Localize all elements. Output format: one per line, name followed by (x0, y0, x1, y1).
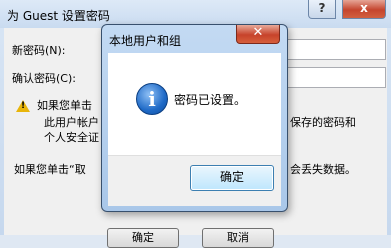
dialog-ok-button[interactable]: 确定 (190, 165, 274, 191)
dialog-title: 本地用户和组 (109, 34, 182, 48)
new-password-label: 新密码(N): (12, 44, 66, 57)
dialog-body: i 密码已设置。 (108, 53, 281, 155)
warning-text-line2: 此用户帐户 (44, 116, 99, 129)
close-button[interactable]: x (342, 0, 386, 19)
new-password-field[interactable] (284, 39, 386, 60)
confirm-password-label: 确认密码(C): (12, 72, 76, 85)
warning-text-line1: 如果您单击 (37, 99, 92, 112)
dialog-close-button[interactable]: ✕ (236, 25, 280, 44)
info-dialog: 本地用户和组 ✕ i 密码已设置。 确定 (101, 24, 288, 212)
bottom-text-tail: 会丢失数据。 (290, 163, 356, 176)
cancel-button-bg[interactable]: 取消 (202, 228, 274, 248)
window-title: 为 Guest 设置密码 (7, 9, 110, 23)
help-button[interactable]: ? (308, 0, 336, 19)
warning-text-line3: 个人安全证 (44, 131, 99, 144)
bottom-text: 如果您单击“取 (14, 163, 86, 176)
dialog-footer: 确定 (108, 155, 281, 206)
confirm-password-field[interactable] (284, 67, 386, 88)
warning-icon (16, 100, 30, 112)
ok-button-bg[interactable]: 确定 (107, 228, 179, 248)
warning-text-line2-tail: 保存的密码和 (290, 116, 356, 129)
dialog-message: 密码已设置。 (174, 93, 247, 107)
info-icon: i (136, 83, 168, 115)
